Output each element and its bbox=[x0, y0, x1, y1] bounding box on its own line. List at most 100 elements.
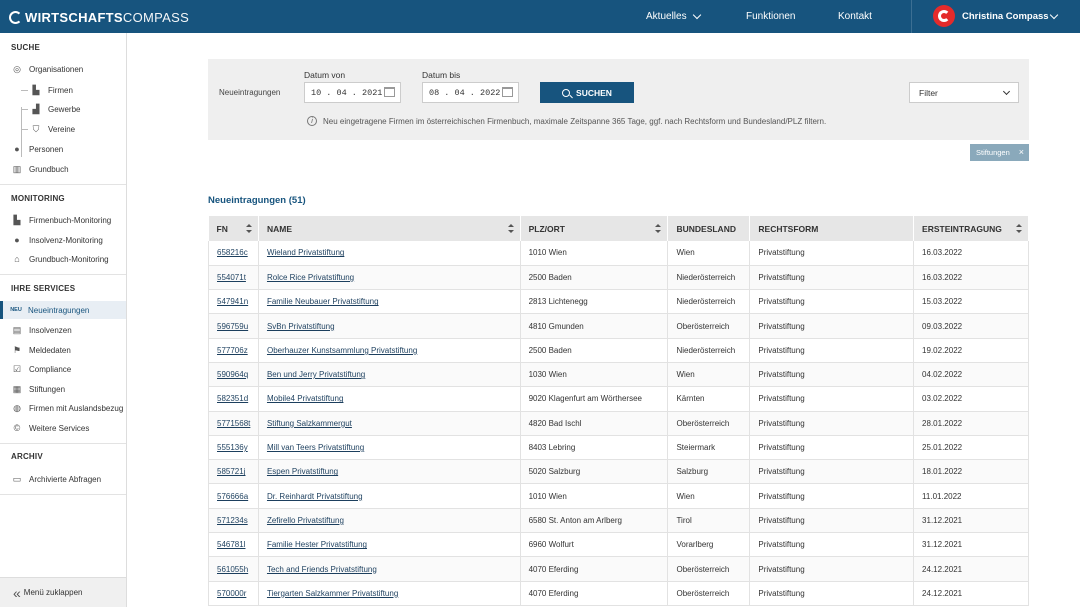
user-menu[interactable]: Christina Compass bbox=[933, 5, 1049, 27]
column-header-ersteintragung[interactable]: ERSTEINTRAGUNG bbox=[913, 216, 1029, 241]
fn-link[interactable]: 582351d bbox=[217, 394, 248, 403]
name-link[interactable]: Oberhauzer Kunstsammlung Privatstiftung bbox=[267, 346, 417, 355]
fn-link[interactable]: 570000r bbox=[217, 589, 246, 598]
name-link[interactable]: Wieland Privatstiftung bbox=[267, 248, 344, 257]
cell-name: Dr. Reinhardt Privatstiftung bbox=[258, 483, 521, 509]
sidebar-item-gewerbe[interactable]: ▟ Gewerbe bbox=[0, 100, 126, 118]
name-link[interactable]: Tech and Friends Privatstiftung bbox=[267, 565, 377, 574]
cell-fn: 5771568t bbox=[208, 411, 259, 436]
table-row: 561055h Tech and Friends Privatstiftung 40… bbox=[208, 556, 1029, 582]
cell-name: Wieland Privatstiftung bbox=[258, 241, 521, 266]
sidebar-item-archivierte-abfragen[interactable]: ▭ Archivierte Abfragen bbox=[0, 470, 126, 488]
fn-link[interactable]: 5771568t bbox=[217, 419, 250, 428]
sidebar-item-insolvenzen[interactable]: ▤ Insolvenzen bbox=[0, 321, 126, 339]
fn-link[interactable]: 561055h bbox=[217, 565, 248, 574]
cell-plz-ort: 1030 Wien bbox=[520, 362, 669, 388]
name-link[interactable]: Familie Hester Privatstiftung bbox=[267, 540, 367, 549]
sidebar-item-organisationen[interactable]: ◎ Organisationen bbox=[0, 60, 126, 78]
sidebar-item-grundbuch[interactable]: ▥ Grundbuch bbox=[0, 160, 126, 178]
compass-icon: ◎ bbox=[13, 63, 21, 74]
filter-select[interactable]: Filter bbox=[909, 82, 1019, 103]
fn-link[interactable]: 577706z bbox=[217, 346, 248, 355]
cell-bundesland: Tirol bbox=[667, 508, 751, 534]
sidebar-section-monitoring: MONITORING bbox=[11, 194, 65, 203]
nav-funktionen[interactable]: Funktionen bbox=[746, 0, 795, 33]
cell-fn: 576666a bbox=[208, 483, 259, 509]
column-header-plz-ort[interactable]: PLZ/ORT bbox=[520, 216, 669, 241]
sidebar-item-firmenbuch-monitoring[interactable]: ▙ Firmenbuch-Monitoring bbox=[0, 211, 126, 229]
table-row: 571234s Zefirello Privatstiftung 6580 St. … bbox=[208, 508, 1029, 534]
table-row: 577706z Oberhauzer Kunstsammlung Privatst… bbox=[208, 338, 1029, 363]
search-button[interactable]: SUCHEN bbox=[540, 82, 634, 103]
fn-link[interactable]: 554071t bbox=[217, 273, 246, 282]
user-divider bbox=[911, 0, 912, 33]
sort-icon[interactable] bbox=[245, 224, 252, 233]
fn-link[interactable]: 585721j bbox=[217, 467, 245, 476]
date-from-input[interactable]: 10 . 04 . 2021 bbox=[304, 82, 401, 103]
name-link[interactable]: Mill van Teers Privatstiftung bbox=[267, 443, 364, 452]
fn-link[interactable]: 596759u bbox=[217, 322, 248, 331]
fn-link[interactable]: 576666a bbox=[217, 492, 248, 501]
archive-icon: ▭ bbox=[12, 473, 22, 484]
active-filter-tag[interactable]: Stiftungen × bbox=[970, 144, 1029, 161]
cell-bundesland: Wien bbox=[667, 483, 751, 509]
globe-icon: ◍ bbox=[13, 402, 21, 413]
name-link[interactable]: Familie Neubauer Privatstiftung bbox=[267, 297, 379, 306]
nav-kontakt[interactable]: Kontakt bbox=[838, 0, 872, 33]
sidebar-item-firmen-mit-auslandsbezug[interactable]: ◍ Firmen mit Auslandsbezug bbox=[0, 399, 126, 417]
sidebar-item-weitere-services[interactable]: © Weitere Services bbox=[0, 419, 126, 437]
date-to-input[interactable]: 08 . 04 . 2022 bbox=[422, 82, 519, 103]
column-header-fn[interactable]: FN bbox=[208, 216, 259, 241]
name-link[interactable]: Rolce Rice Privatstiftung bbox=[267, 273, 354, 282]
nav-aktuelles-label: Aktuelles bbox=[646, 11, 687, 22]
fn-link[interactable]: 571234s bbox=[217, 516, 248, 525]
fn-link[interactable]: 590964q bbox=[217, 370, 248, 379]
fn-link[interactable]: 547941n bbox=[217, 297, 248, 306]
sort-icon[interactable] bbox=[507, 224, 514, 233]
sidebar-item-neueintragungen[interactable]: NEU Neueintragungen bbox=[0, 301, 126, 319]
chevron-down-icon[interactable] bbox=[1049, 10, 1059, 20]
collapse-menu-button[interactable]: « Menü zuklappen bbox=[0, 577, 126, 607]
name-link[interactable]: Tiergarten Salzkammer Privatstiftung bbox=[267, 589, 398, 598]
sidebar-item-firmen[interactable]: ▙ Firmen bbox=[0, 81, 126, 99]
name-link[interactable]: Dr. Reinhardt Privatstiftung bbox=[267, 492, 363, 501]
double-chevron-left-icon: « bbox=[13, 584, 21, 601]
cell-plz-ort: 2500 Baden bbox=[520, 338, 669, 363]
info-message: Neu eingetragene Firmen im österreichisc… bbox=[323, 116, 827, 126]
grid-icon: ▦ bbox=[12, 383, 22, 394]
cell-ersteintragung: 31.12.2021 bbox=[913, 508, 1029, 534]
name-link[interactable]: Stiftung Salzkammergut bbox=[267, 419, 352, 428]
wirtschaftscompass-logo[interactable]: WIRTSCHAFTS COMPASS bbox=[9, 9, 189, 25]
calendar-icon[interactable] bbox=[502, 87, 513, 97]
close-icon[interactable]: × bbox=[1019, 147, 1024, 157]
cell-ersteintragung: 15.03.2022 bbox=[913, 289, 1029, 315]
calendar-icon[interactable] bbox=[384, 87, 395, 97]
name-link[interactable]: Ben und Jerry Privatstiftung bbox=[267, 370, 365, 379]
sidebar-section-ihre-services: IHRE SERVICES bbox=[11, 284, 76, 293]
sidebar-item-stiftungen[interactable]: ▦ Stiftungen bbox=[0, 380, 126, 398]
cell-fn: 590964q bbox=[208, 362, 259, 388]
sidebar-item-compliance[interactable]: ☑ Compliance bbox=[0, 360, 126, 378]
name-link[interactable]: Mobile4 Privatstiftung bbox=[267, 394, 343, 403]
checkbox-icon: ☑ bbox=[12, 363, 22, 374]
name-link[interactable]: Zefirello Privatstiftung bbox=[267, 516, 344, 525]
table-row: 582351d Mobile4 Privatstiftung 9020 Klagen… bbox=[208, 386, 1029, 412]
fn-link[interactable]: 555136y bbox=[217, 443, 248, 452]
sidebar-item-personen[interactable]: ● Personen bbox=[0, 140, 126, 158]
sidebar-item-grundbuch-monitoring[interactable]: ⌂ Grundbuch-Monitoring bbox=[0, 250, 126, 268]
fn-link[interactable]: 546781l bbox=[217, 540, 245, 549]
sidebar-item-vereine[interactable]: ⛉ Vereine bbox=[0, 120, 126, 138]
sort-icon[interactable] bbox=[1016, 224, 1022, 233]
name-link[interactable]: Espen Privatstiftung bbox=[267, 467, 338, 476]
sort-icon[interactable] bbox=[655, 224, 662, 233]
results-heading: Neueintragungen (51) bbox=[208, 195, 306, 206]
cell-plz-ort: 6960 Wolfurt bbox=[520, 532, 669, 558]
name-link[interactable]: SvBn Privatstiftung bbox=[267, 322, 335, 331]
sidebar-item-meldedaten[interactable]: ⚑ Meldedaten bbox=[0, 341, 126, 359]
cell-bundesland: Wien bbox=[667, 362, 751, 388]
cell-name: SvBn Privatstiftung bbox=[258, 313, 521, 339]
fn-link[interactable]: 658216c bbox=[217, 248, 248, 257]
sidebar-item-insolvenz-monitoring[interactable]: ● Insolvenz-Monitoring bbox=[0, 231, 126, 249]
column-header-name[interactable]: NAME bbox=[258, 216, 521, 241]
nav-aktuelles[interactable]: Aktuelles bbox=[646, 0, 701, 33]
